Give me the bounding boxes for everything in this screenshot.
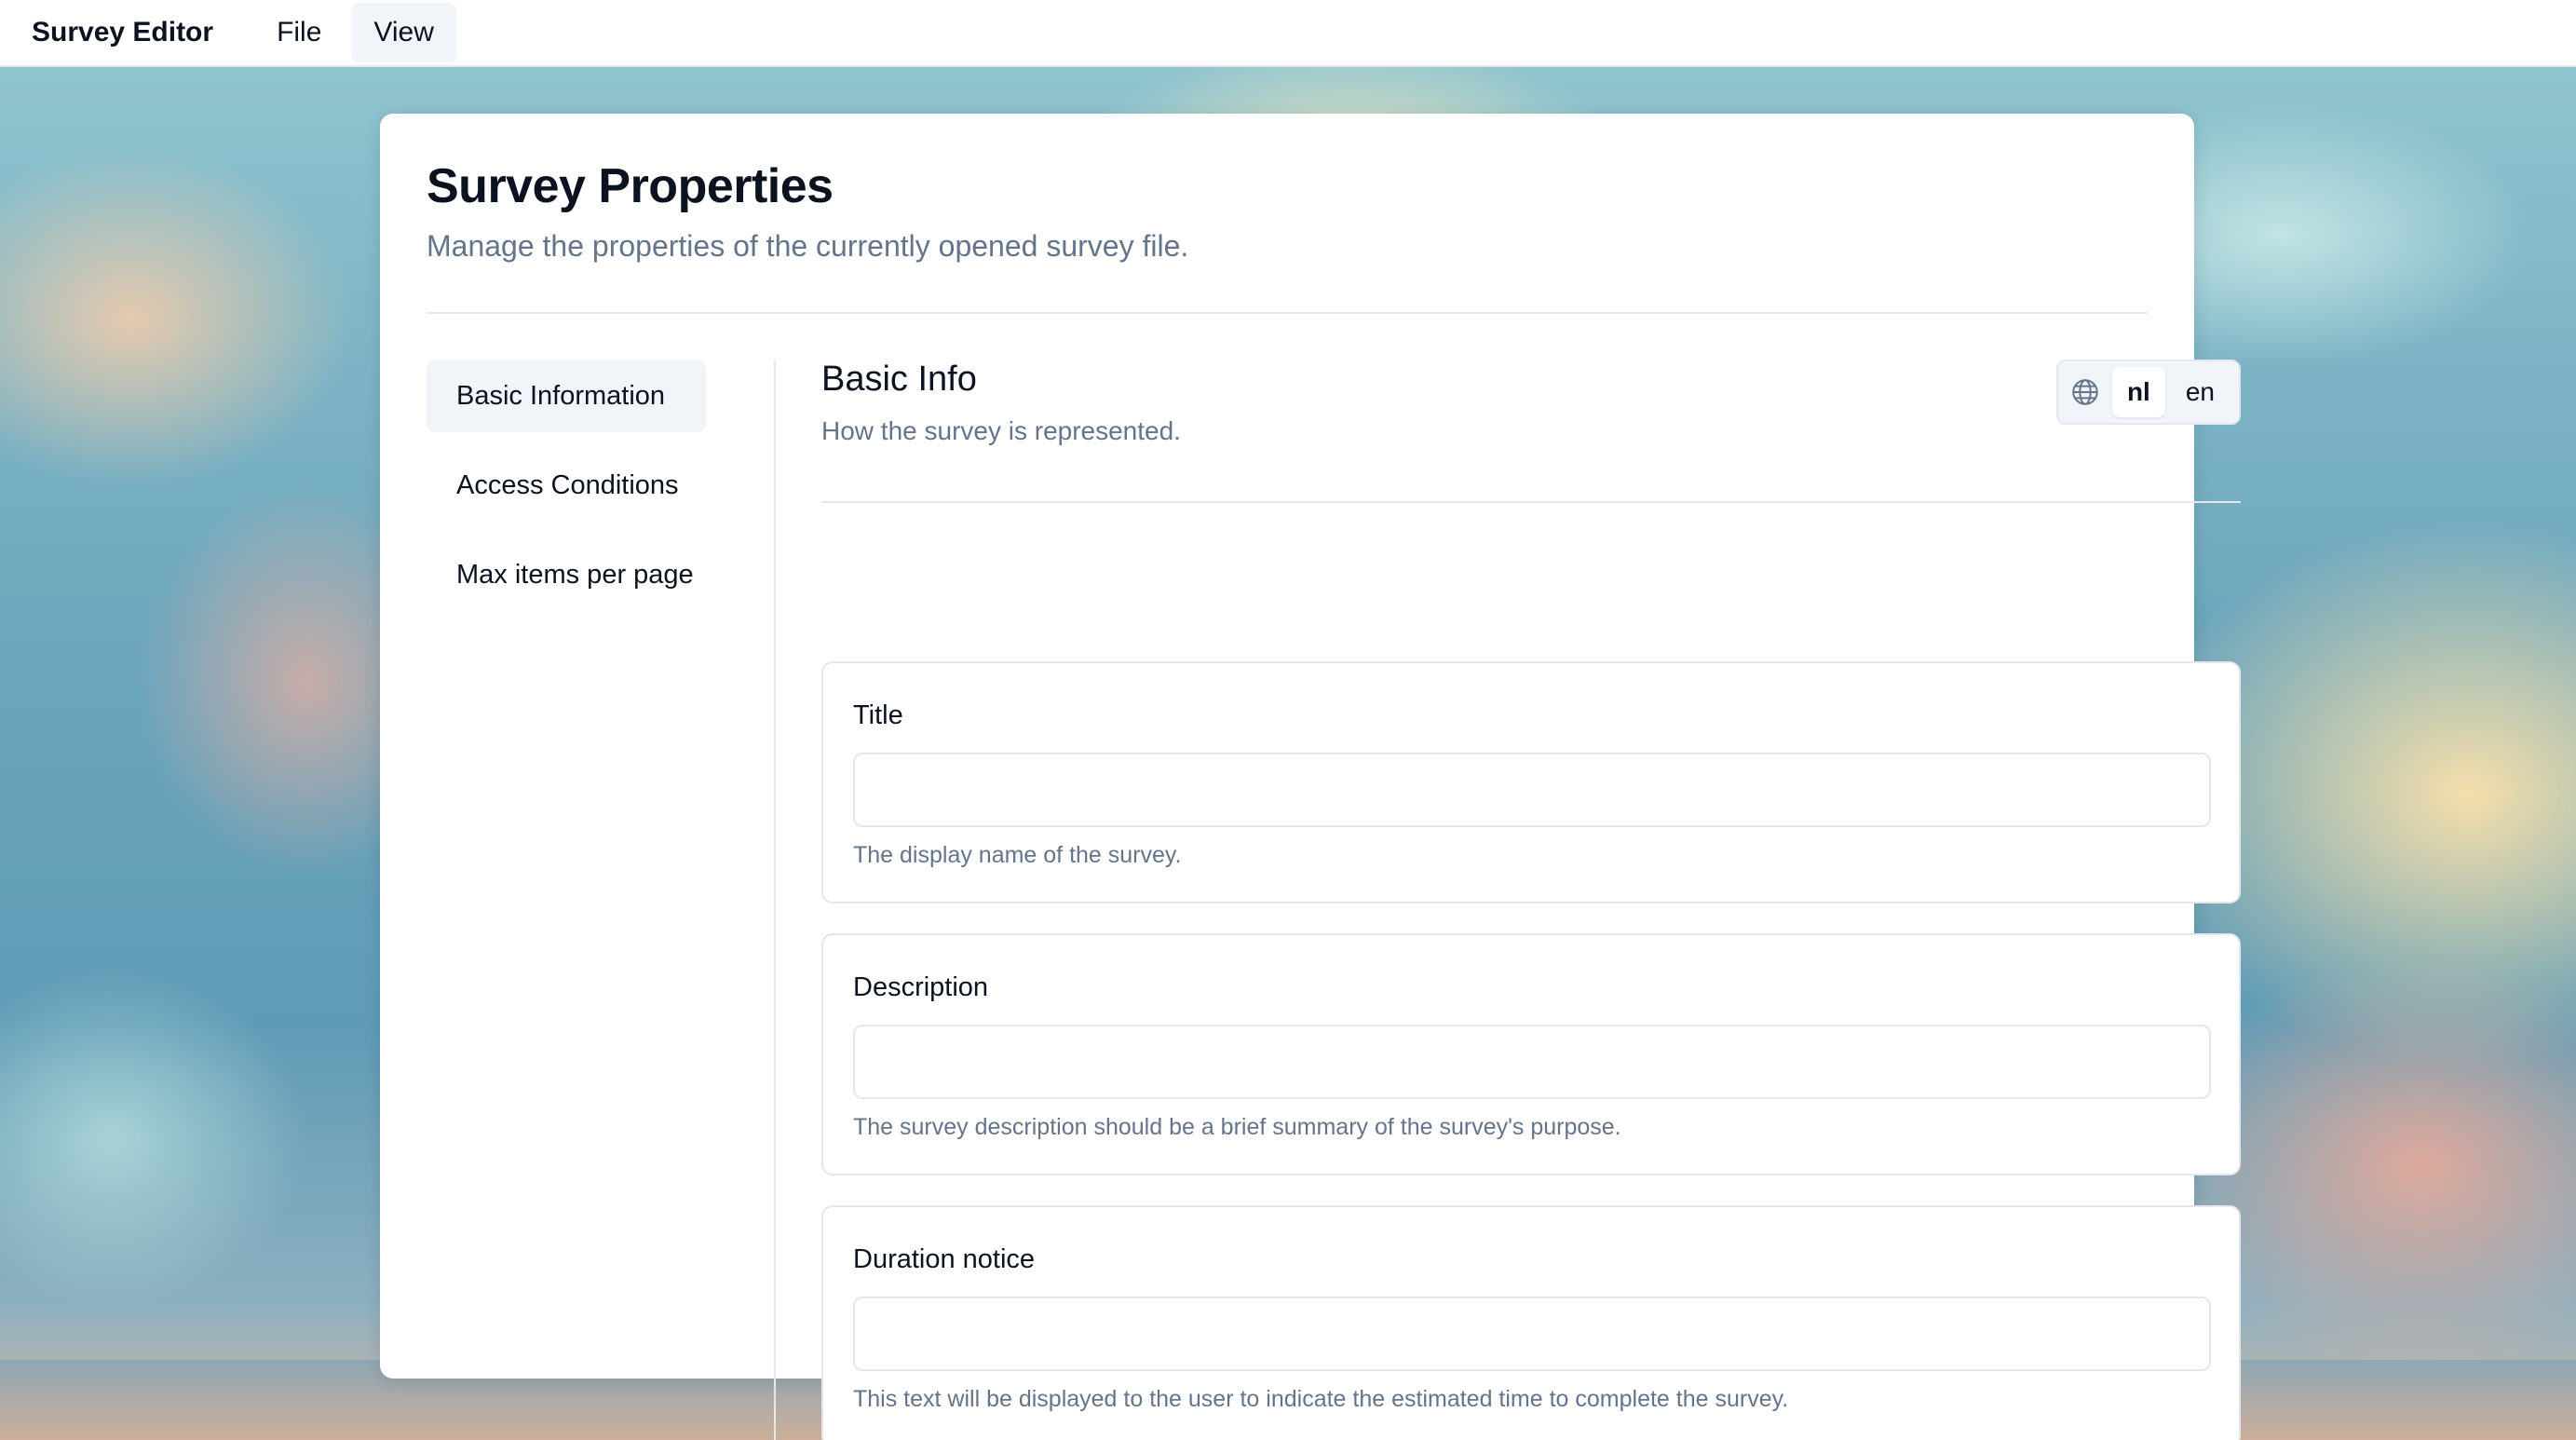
survey-properties-card: Survey Properties Manage the properties … — [380, 114, 2241, 1440]
page-subtitle: Manage the properties of the currently o… — [427, 229, 1189, 263]
app-title: Survey Editor — [32, 17, 214, 48]
nav-item-max-items-per-page[interactable]: Max items per page — [427, 538, 706, 611]
section-title: Basic Info — [821, 360, 977, 399]
section-subtitle: How the survey is represented. — [821, 416, 1181, 445]
menubar: Survey Editor File View — [0, 0, 2576, 67]
language-switch: nl en — [2055, 360, 2241, 425]
nav-divider — [774, 360, 776, 1440]
nav-item-access-conditions[interactable]: Access Conditions — [427, 449, 706, 522]
duration-notice-label: Duration notice — [853, 1244, 1036, 1274]
description-help-text: The survey description should be a brief… — [853, 1114, 1621, 1140]
language-option-en[interactable]: en — [2171, 367, 2230, 417]
duration-notice-input[interactable] — [853, 1297, 2211, 1371]
field-card-description: Description The survey description shoul… — [821, 933, 2241, 1175]
description-label: Description — [853, 972, 989, 1002]
title-help-text: The display name of the survey. — [853, 842, 1182, 868]
basic-info-section: Basic Info How the survey is represented… — [821, 360, 2241, 1440]
side-nav: Basic Information Access Conditions Max … — [427, 360, 706, 628]
globe-icon — [2069, 376, 2101, 408]
menu-file[interactable]: File — [254, 3, 344, 62]
field-card-title: Title The display name of the survey. — [821, 661, 2241, 903]
card-header: Survey Properties Manage the properties … — [427, 158, 1188, 264]
duration-notice-help-text: This text will be displayed to the user … — [853, 1386, 1789, 1412]
field-card-duration-notice: Duration notice This text will be displa… — [821, 1205, 2241, 1440]
nav-item-basic-information[interactable]: Basic Information — [427, 360, 706, 432]
section-divider — [821, 501, 2241, 503]
menu-view[interactable]: View — [351, 3, 456, 62]
header-divider — [427, 312, 2148, 314]
title-label: Title — [853, 700, 903, 730]
description-input[interactable] — [853, 1025, 2211, 1099]
language-option-nl[interactable]: nl — [2111, 367, 2165, 417]
title-input[interactable] — [853, 753, 2211, 827]
page-title: Survey Properties — [427, 159, 834, 213]
